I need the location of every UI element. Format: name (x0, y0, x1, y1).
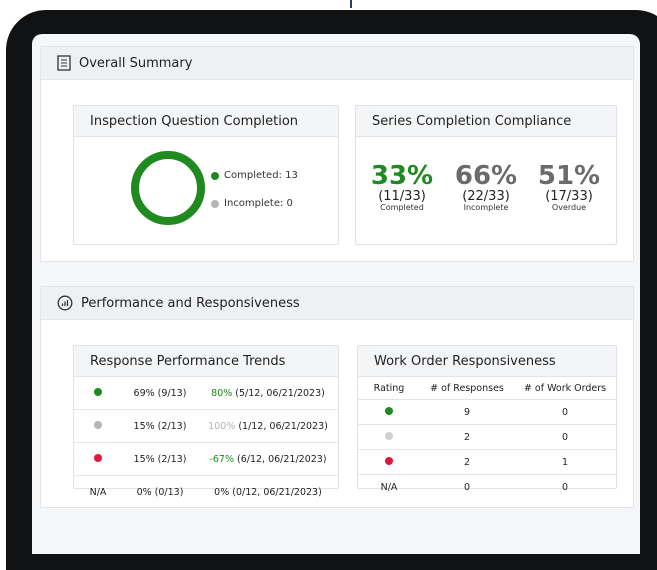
current-cell: 15% (2/13) (122, 442, 198, 476)
green-dot-icon (94, 387, 102, 396)
completion-donut (131, 151, 205, 225)
stat-completed-pct: 33% (370, 161, 434, 191)
legend-incomplete-label: Incomplete: 0 (224, 198, 293, 209)
gray-dot-icon (94, 420, 102, 429)
header-responses: # of Responses (420, 377, 514, 400)
orders-cell: 1 (514, 449, 616, 475)
trend-change: -67% (209, 453, 234, 465)
response-trends-card: Response Performance Trends 69% (9/13) 8… (73, 345, 339, 498)
current-cell: 0% (0/13) (136, 486, 184, 498)
green-dot-icon (211, 171, 219, 180)
trend-cell: -67% (6/12, 06/21/2023) (198, 442, 338, 476)
table-row: 9 0 (358, 399, 616, 425)
work-order-table: Rating # of Responses # of Work Orders 9… (358, 377, 616, 499)
table-header-row: Rating # of Responses # of Work Orders (358, 377, 616, 400)
rating-cell: N/A (89, 486, 107, 498)
stat-overdue-pct: 51% (537, 161, 601, 191)
legend-completed: Completed: 13 (211, 170, 298, 181)
trend-detail: (6/12, 06/21/2023) (233, 453, 327, 465)
trend-change: 0% (214, 486, 230, 498)
response-trends-title: Response Performance Trends (74, 346, 338, 377)
series-compliance-title: Series Completion Compliance (356, 106, 616, 137)
performance-header[interactable]: Performance and Responsiveness (41, 287, 633, 320)
responses-cell: 2 (420, 424, 514, 450)
trend-cell: 80% (5/12, 06/21/2023) (198, 377, 338, 410)
work-order-card: Work Order Responsiveness Rating # of Re… (357, 345, 617, 493)
legend-completed-label: Completed: 13 (224, 170, 298, 181)
rating-cell (358, 399, 420, 425)
trend-cell: 100% (1/12, 06/21/2023) (198, 409, 338, 443)
current-cell: 15% (2/13) (122, 409, 198, 443)
rating-cell: N/A (380, 481, 398, 493)
table-row: 69% (9/13) 80% (5/12, 06/21/2023) (74, 377, 338, 410)
inspection-completion-card: Inspection Question Completion Completed… (73, 105, 339, 245)
response-trends-table: 69% (9/13) 80% (5/12, 06/21/2023) 15% (2… (74, 377, 338, 508)
stat-overdue-label: Overdue (551, 203, 587, 212)
stat-overdue-frac: (17/33) (545, 189, 593, 204)
responses-cell: 9 (420, 399, 514, 425)
stat-incomplete-frac: (22/33) (462, 189, 510, 204)
green-dot-icon (385, 406, 393, 415)
stat-completed-frac: (11/33) (378, 189, 426, 204)
current-cell: 69% (9/13) (122, 377, 198, 410)
trend-detail: (0/12, 06/21/2023) (229, 486, 322, 498)
orders-cell: 0 (561, 481, 569, 493)
stat-incomplete-pct: 66% (454, 161, 518, 191)
inspection-completion-title: Inspection Question Completion (74, 106, 338, 137)
overall-summary-title: Overall Summary (79, 55, 193, 71)
orders-cell: 0 (514, 399, 616, 425)
orders-cell: 0 (514, 424, 616, 450)
performance-section: Performance and Responsiveness Response … (40, 286, 634, 508)
document-icon (57, 55, 71, 71)
table-row: 15% (2/13) 100% (1/12, 06/21/2023) (74, 409, 338, 443)
rating-cell (74, 442, 122, 476)
red-dot-icon (94, 453, 102, 462)
rating-cell (358, 449, 420, 475)
red-dot-icon (385, 456, 393, 465)
stat-incomplete: 66% (22/33) Incomplete (451, 162, 521, 213)
table-row: 15% (2/13) -67% (6/12, 06/21/2023) (74, 442, 338, 476)
series-compliance-card: Series Completion Compliance 33% (11/33)… (355, 105, 617, 245)
rating-cell (74, 377, 122, 410)
table-row: N/A 0% (0/13) 0% (0/12, 06/21/2023) (74, 476, 338, 509)
performance-chart-icon (57, 295, 73, 311)
cable (350, 0, 352, 8)
trend-cell: 0% (0/12, 06/21/2023) (198, 476, 338, 509)
legend-incomplete: Incomplete: 0 (211, 198, 293, 209)
responses-cell: 2 (420, 449, 514, 475)
header-work-orders: # of Work Orders (514, 377, 616, 400)
stat-completed-label: Completed (380, 203, 424, 212)
screen: Overall Summary Inspection Question Comp… (32, 34, 640, 554)
trend-change: 80% (211, 387, 233, 399)
header-rating: Rating (358, 377, 420, 400)
stat-incomplete-label: Incomplete (463, 203, 509, 212)
overall-summary-header[interactable]: Overall Summary (41, 47, 633, 80)
rating-cell (358, 424, 420, 450)
performance-title: Performance and Responsiveness (81, 295, 300, 311)
work-order-title: Work Order Responsiveness (358, 346, 616, 377)
table-row: 2 0 (358, 424, 616, 450)
trend-detail: (1/12, 06/21/2023) (235, 420, 328, 432)
table-row: 2 1 (358, 449, 616, 475)
responses-cell: 0 (463, 481, 471, 493)
stat-overdue: 51% (17/33) Overdue (534, 162, 604, 213)
gray-dot-icon (211, 199, 219, 208)
trend-change: 100% (208, 420, 236, 432)
table-row: N/A 0 0 (358, 475, 616, 500)
gray-dot-icon (385, 431, 393, 440)
rating-cell (74, 409, 122, 443)
trend-detail: (5/12, 06/21/2023) (232, 387, 325, 399)
donut-completed-arc (131, 151, 205, 225)
overall-summary-section: Overall Summary Inspection Question Comp… (40, 46, 634, 262)
stat-completed: 33% (11/33) Completed (367, 162, 437, 213)
